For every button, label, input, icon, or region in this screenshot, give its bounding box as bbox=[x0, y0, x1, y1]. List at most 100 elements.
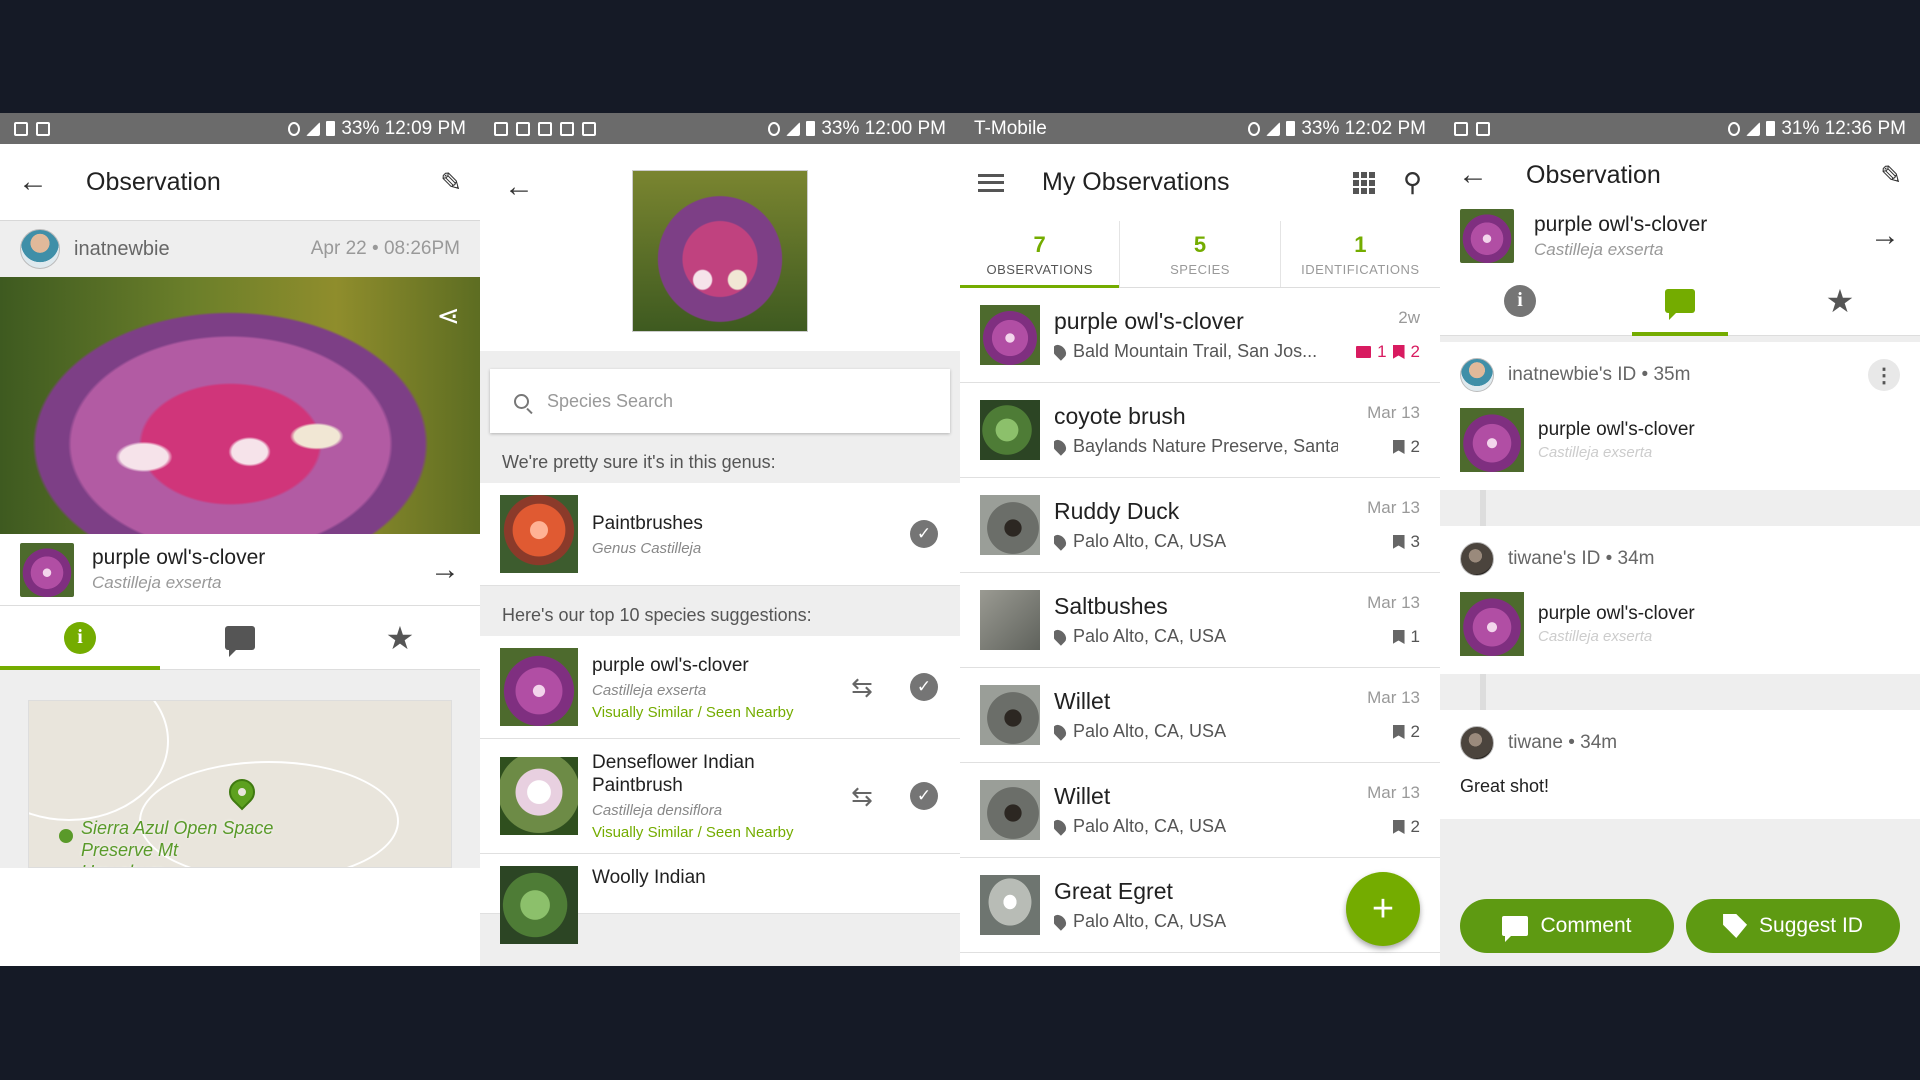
status-time: 33% 12:00 PM bbox=[821, 117, 946, 139]
edit-pencil-icon[interactable]: ✎ bbox=[1880, 160, 1902, 191]
species-scientific-name: Castilleja exserta bbox=[1534, 239, 1664, 259]
observation-row[interactable]: purple owl's-clover Bald Mountain Trail,… bbox=[960, 288, 1440, 383]
id-count: 2 bbox=[1410, 342, 1420, 361]
select-check-icon[interactable]: ✓ bbox=[910, 782, 938, 810]
observation-thumbnail bbox=[980, 685, 1040, 745]
observation-row[interactable]: Willet Palo Alto, CA, USA Mar 13 2 bbox=[960, 763, 1440, 858]
id-count-icon bbox=[1392, 725, 1405, 739]
location-pin-icon bbox=[1054, 342, 1069, 361]
tab-favorite[interactable]: ★ bbox=[1760, 266, 1920, 335]
add-observation-button[interactable]: + bbox=[1346, 872, 1420, 946]
observation-row[interactable]: Saltbushes Palo Alto, CA, USA Mar 13 1 bbox=[960, 573, 1440, 668]
comment-button-label: Comment bbox=[1540, 914, 1632, 937]
observation-row[interactable]: Ruddy Duck Palo Alto, CA, USA Mar 13 3 bbox=[960, 478, 1440, 573]
taxon-common-name: purple owl's-clover bbox=[1538, 603, 1695, 624]
status-time: 31% 12:36 PM bbox=[1781, 117, 1906, 139]
edit-pencil-icon[interactable]: ✎ bbox=[440, 167, 462, 198]
download-icon bbox=[538, 121, 552, 136]
tab-identifications[interactable]: 1 IDENTIFICATIONS bbox=[1281, 221, 1440, 287]
species-suggestion[interactable]: Denseflower Indian Paintbrush Castilleja… bbox=[480, 739, 960, 854]
battery-icon bbox=[806, 121, 816, 136]
suggest-id-button[interactable]: Suggest ID bbox=[1686, 899, 1900, 953]
signal-icon bbox=[1746, 121, 1761, 136]
location-icon bbox=[1728, 121, 1741, 136]
back-arrow-icon[interactable]: ← bbox=[18, 165, 48, 199]
timeline-connector bbox=[1440, 674, 1920, 710]
observation-row[interactable]: coyote brush Baylands Nature Preserve, S… bbox=[960, 383, 1440, 478]
comment-item: tiwane • 34m Great shot! bbox=[1440, 710, 1920, 819]
suggestion-reason: Visually Similar / Seen Nearby bbox=[592, 824, 794, 841]
tab-species[interactable]: 5 SPECIES bbox=[1120, 221, 1281, 287]
observation-name: coyote brush bbox=[1054, 403, 1186, 429]
species-row[interactable]: purple owl's-clover Castilleja exserta → bbox=[1440, 206, 1920, 266]
app-bar: My Observations ⚲ bbox=[960, 144, 1440, 221]
id-count: 2 bbox=[1410, 722, 1420, 741]
signal-icon bbox=[786, 121, 801, 136]
arrow-right-icon[interactable]: → bbox=[430, 553, 460, 587]
suggestion-body: Species Search We're pretty sure it's in… bbox=[480, 351, 960, 966]
species-row[interactable]: purple owl's-clover Castilleja exserta → bbox=[0, 534, 480, 606]
chat-icon bbox=[1665, 288, 1695, 320]
select-check-icon[interactable]: ✓ bbox=[910, 673, 938, 701]
genus-section-label: We're pretty sure it's in this genus: bbox=[502, 452, 776, 472]
share-icon[interactable]: ⋖ bbox=[437, 299, 460, 332]
compare-icon[interactable]: ⇆ bbox=[844, 781, 880, 812]
image-notification-icon bbox=[1454, 121, 1468, 136]
genus-suggestion[interactable]: Paintbrushes Genus Castilleja ✓ bbox=[480, 483, 960, 586]
location-pin-icon bbox=[1054, 437, 1069, 456]
status-time: 33% 12:09 PM bbox=[341, 117, 466, 139]
phone-my-observations: T-Mobile 33% 12:02 PM My Observations ⚲ … bbox=[960, 113, 1440, 966]
app-bar: ← Observation ✎ bbox=[0, 144, 480, 221]
back-arrow-icon[interactable]: ← bbox=[1458, 158, 1488, 192]
id-count-icon bbox=[1392, 345, 1405, 359]
select-check-icon[interactable]: ✓ bbox=[910, 520, 938, 548]
gallery-notification-icon bbox=[1476, 121, 1490, 136]
observation-name: purple owl's-clover bbox=[1054, 308, 1244, 334]
observation-row[interactable]: Willet Palo Alto, CA, USA Mar 13 2 bbox=[960, 668, 1440, 763]
location-map[interactable]: Sierra Azul Open Space Preserve Mt Umunh… bbox=[28, 700, 452, 868]
identification-taxon[interactable]: purple owl's-clover Castilleja exserta bbox=[1460, 408, 1900, 490]
observation-name: Ruddy Duck bbox=[1054, 498, 1180, 524]
tab-info[interactable]: i bbox=[0, 606, 160, 670]
status-bar: T-Mobile 33% 12:02 PM bbox=[960, 113, 1440, 144]
comment-button[interactable]: Comment bbox=[1460, 899, 1674, 953]
screenshot-stage: 33% 12:09 PM ← Observation ✎ inatnewbie … bbox=[0, 113, 1920, 966]
identification-taxon[interactable]: purple owl's-clover Castilleja exserta bbox=[1460, 592, 1900, 674]
species-thumbnail bbox=[500, 648, 578, 726]
observation-photo[interactable]: ⋖ bbox=[0, 277, 480, 534]
species-suggestion[interactable]: Woolly Indian bbox=[480, 854, 960, 944]
tab-activity[interactable] bbox=[1600, 266, 1760, 336]
species-search-input[interactable]: Species Search bbox=[490, 369, 950, 433]
suggestion-header: ← bbox=[480, 144, 960, 351]
tab-activity[interactable] bbox=[160, 606, 320, 669]
location-pin-icon bbox=[1054, 912, 1069, 931]
back-arrow-icon[interactable]: ← bbox=[504, 170, 534, 204]
observation-place: Palo Alto, CA, USA bbox=[1073, 626, 1227, 646]
observation-date: Mar 13 bbox=[1367, 783, 1420, 802]
compare-icon[interactable]: ⇆ bbox=[844, 672, 880, 703]
grid-view-icon[interactable] bbox=[1352, 171, 1375, 194]
id-count-icon bbox=[1392, 535, 1405, 549]
tab-favorite[interactable]: ★ bbox=[320, 606, 480, 669]
more-options-icon[interactable]: ⋮ bbox=[1868, 359, 1900, 391]
signal-icon bbox=[306, 121, 321, 136]
observation-place: Bald Mountain Trail, San Jos... bbox=[1073, 341, 1318, 361]
page-title: My Observations bbox=[1042, 168, 1230, 196]
comment-count: 1 bbox=[1377, 342, 1387, 361]
map-place-label: Sierra Azul Open Space Preserve Mt Umunh… bbox=[81, 818, 274, 867]
hamburger-menu-icon[interactable] bbox=[978, 173, 1004, 192]
observation-date: Mar 13 bbox=[1367, 403, 1420, 422]
identification-header: tiwane's ID • 34m bbox=[1508, 548, 1655, 569]
stat-count: 5 bbox=[1193, 231, 1207, 257]
phone-observation-detail: 33% 12:09 PM ← Observation ✎ inatnewbie … bbox=[0, 113, 480, 966]
star-icon: ★ bbox=[385, 619, 415, 656]
observer-row[interactable]: inatnewbie Apr 22 • 08:26PM bbox=[0, 221, 480, 277]
species-suggestion[interactable]: purple owl's-clover Castilleja exserta V… bbox=[480, 636, 960, 739]
observation-date: Mar 13 bbox=[1367, 498, 1420, 517]
arrow-right-icon[interactable]: → bbox=[1870, 219, 1900, 253]
tab-observations[interactable]: 7 OBSERVATIONS bbox=[960, 221, 1121, 288]
tab-info[interactable]: i bbox=[1440, 266, 1600, 335]
avatar bbox=[1460, 542, 1494, 576]
search-icon[interactable]: ⚲ bbox=[1403, 167, 1422, 198]
page-title: Observation bbox=[86, 167, 221, 196]
